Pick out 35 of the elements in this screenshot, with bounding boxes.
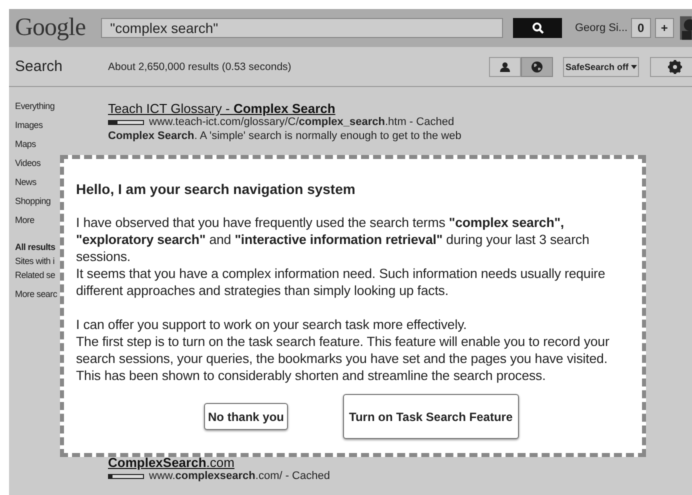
caret-icon: [630, 64, 637, 68]
enable-feature-button[interactable]: Turn on Task Search Feature: [343, 394, 519, 439]
sidebar-link[interactable]: Maps: [15, 139, 108, 149]
page-title: Search: [15, 58, 64, 75]
result-title-link[interactable]: ComplexSearch.com: [108, 455, 234, 470]
logo[interactable]: Google: [15, 14, 102, 42]
settings-button[interactable]: [650, 56, 692, 76]
globe-icon: [531, 60, 543, 72]
result-url: www.complexsearch.com/ - Cached: [149, 470, 330, 482]
view-toggle-button[interactable]: [489, 56, 521, 76]
avatar-icon: [680, 16, 692, 40]
notification-count[interactable]: 0: [631, 18, 651, 38]
result-stats: About 2,650,000 results (0.53 seconds): [108, 60, 292, 72]
sidebar-link[interactable]: Images: [15, 120, 108, 130]
dialog-heading: Hello, I am your search navigation system: [76, 181, 356, 197]
search-field[interactable]: "complex search": [101, 18, 504, 38]
settings-icon: [668, 60, 682, 74]
dialog-text: It seems that you have a complex information need. Such information needs usually require different approaches and strategies than simply looking up facts.: [76, 265, 606, 299]
sidebar-link[interactable]: Everything: [15, 101, 108, 111]
rank-bar-icon: [108, 120, 144, 124]
search-button[interactable]: [513, 18, 562, 38]
rank-bar-icon: [108, 474, 144, 478]
person-icon: [500, 62, 510, 72]
safesearch-dropdown[interactable]: SafeSearch off: [563, 56, 639, 76]
result-title-link[interactable]: Teach ICT Glossary - Complex Search: [108, 101, 336, 116]
decline-button[interactable]: No thank you: [204, 403, 288, 430]
share-button[interactable]: +: [654, 18, 674, 38]
dialog-text: I have observed that you have frequently used the search terms "complex search", "exploratory search" and "interactive information retrieval" during your last 3 search sessions.: [76, 214, 590, 265]
result-snippet: Complex Search. A 'simple' search is normally enough to get to the web: [108, 130, 462, 142]
dialog-text: I can offer you support to work on your search task more effectively.: [76, 316, 468, 333]
view-toggle-button[interactable]: [521, 56, 553, 76]
dialog-text: The first step is to turn on the task search feature. This feature will enable you to record your search sessions, your queries, the bookmarks you have set and the pages you have visited. This has been shown to considerably shorten and streamline the search process.: [76, 333, 610, 384]
search-icon: [532, 22, 544, 34]
user-name[interactable]: Georg Si...: [575, 22, 627, 34]
result-url: www.teach-ict.com/glossary/C/complex_search.htm - Cached: [149, 116, 454, 128]
